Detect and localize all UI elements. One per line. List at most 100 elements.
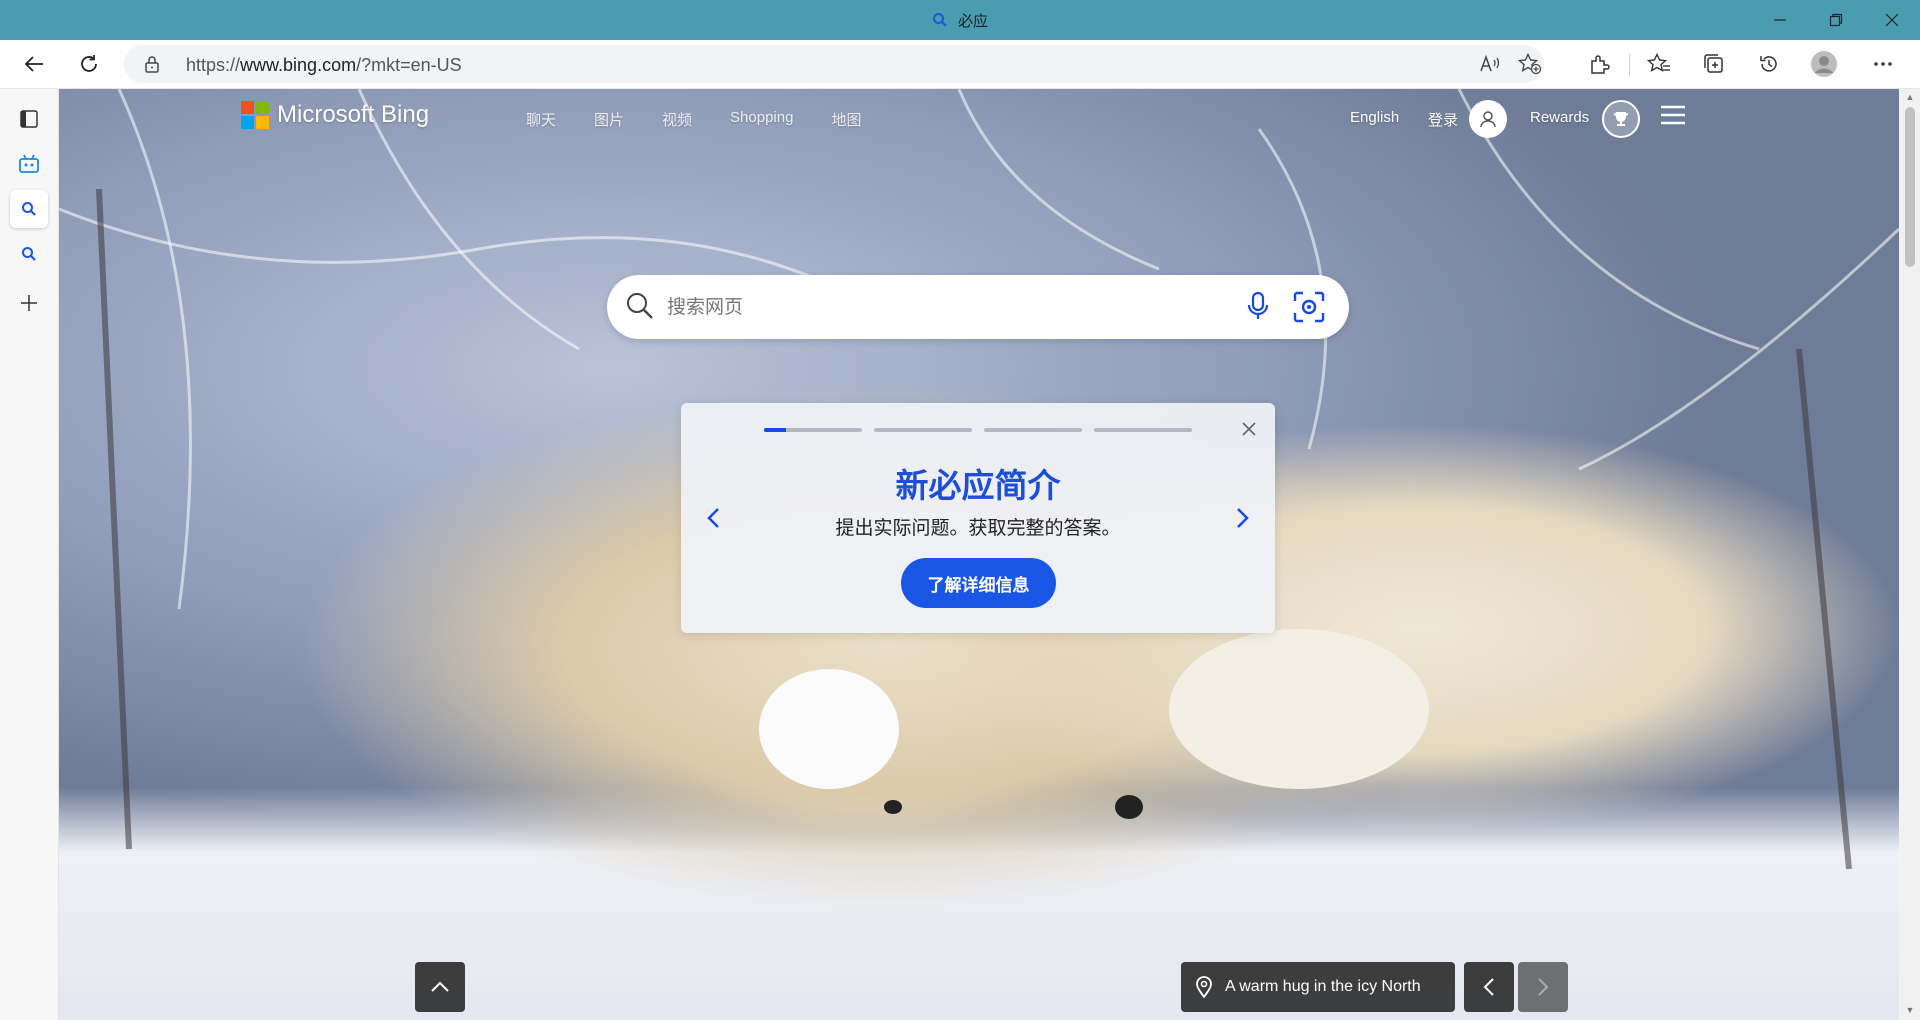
title-bar: 必应: [0, 0, 1920, 40]
back-button[interactable]: [16, 46, 52, 82]
search-submit[interactable]: [625, 291, 655, 321]
scroll-up-arrow-icon[interactable]: ▲: [1905, 92, 1915, 102]
profile-button[interactable]: [1806, 46, 1842, 82]
sidebar-search-button[interactable]: [10, 235, 48, 273]
learn-more-button[interactable]: 了解详细信息: [901, 558, 1056, 608]
history-icon: [1760, 56, 1777, 72]
top-nav: 聊天 图片 视频 Shopping 地图: [526, 109, 899, 130]
search-icon: [932, 13, 947, 27]
nav-videos[interactable]: 视频: [662, 109, 692, 130]
close-icon: [1242, 422, 1256, 436]
restore-icon: [1829, 13, 1843, 27]
url-text[interactable]: https://www.bing.com/?mkt=en-US: [186, 55, 462, 76]
microphone-icon: [1247, 291, 1269, 319]
rewards-link[interactable]: Rewards: [1530, 109, 1589, 126]
close-icon: [1885, 13, 1899, 27]
image-caption-button[interactable]: A warm hug in the icy North: [1181, 962, 1455, 1012]
visual-search-button[interactable]: [1293, 291, 1325, 323]
sidebar-search-button-active[interactable]: [10, 190, 48, 228]
favorites-icon: [1647, 53, 1670, 72]
progress-segment[interactable]: [874, 428, 972, 432]
url-path: /?mkt=en-US: [356, 55, 462, 75]
card-next-button[interactable]: [1228, 503, 1258, 533]
chevron-up-icon: [431, 981, 449, 992]
history-button[interactable]: [1751, 46, 1787, 82]
collections-button[interactable]: [1696, 46, 1732, 82]
window-title-text: 必应: [957, 12, 988, 30]
chevron-left-icon: [1483, 978, 1494, 996]
hamburger-menu-icon: [1661, 105, 1685, 125]
progress-segment[interactable]: [1094, 428, 1192, 432]
language-link[interactable]: English: [1350, 109, 1399, 126]
voice-search-button[interactable]: [1247, 291, 1269, 321]
copilot-button[interactable]: [10, 145, 48, 183]
read-aloud-button[interactable]: [1474, 51, 1506, 77]
avatar-icon: [1811, 51, 1837, 77]
extensions-icon: [1591, 55, 1610, 74]
bing-logo[interactable]: Microsoft Bing: [241, 101, 429, 129]
nav-maps[interactable]: 地图: [831, 109, 861, 130]
favorites-button[interactable]: [1641, 46, 1677, 82]
restore-button[interactable]: [1808, 0, 1864, 40]
prev-image-button[interactable]: [1464, 962, 1514, 1012]
bing-homepage: Microsoft Bing 聊天 图片 视频 Shopping 地图 Engl…: [59, 89, 1899, 1020]
url-prefix: https://: [186, 55, 241, 75]
rewards-button[interactable]: [1602, 100, 1640, 138]
search-icon: [22, 202, 36, 216]
trophy-icon: [1614, 112, 1628, 126]
progress-segment[interactable]: [764, 428, 862, 432]
microsoft-logo-icon: [241, 101, 269, 129]
minimize-icon: [1774, 19, 1786, 21]
star-add-icon: [1518, 53, 1542, 75]
menu-button[interactable]: [1660, 104, 1686, 131]
refresh-button[interactable]: [71, 46, 107, 82]
scroll-down-arrow-icon[interactable]: ▼: [1905, 1005, 1915, 1015]
back-arrow-icon: [24, 56, 43, 72]
more-icon: [1874, 62, 1892, 66]
user-icon: [1480, 111, 1496, 128]
carousel-progress: [764, 428, 1192, 432]
address-bar[interactable]: https://www.bing.com/?mkt=en-US: [124, 45, 1544, 83]
tab-actions-icon: [20, 110, 38, 128]
add-icon: [21, 295, 37, 311]
minimize-button[interactable]: [1752, 0, 1808, 40]
brand-name: Microsoft Bing: [277, 101, 430, 128]
next-image-button[interactable]: [1518, 962, 1568, 1012]
intro-card: 新必应简介 提出实际问题。获取完整的答案。 了解详细信息: [681, 403, 1275, 633]
card-subtitle: 提出实际问题。获取完整的答案。: [835, 518, 1121, 539]
search-icon: [22, 247, 36, 261]
lock-icon[interactable]: [144, 55, 160, 73]
nav-images[interactable]: 图片: [594, 109, 624, 130]
toolbar-divider: [1629, 54, 1630, 76]
tab-actions-button[interactable]: [10, 100, 48, 138]
signin-avatar-button[interactable]: [1469, 100, 1507, 138]
collections-icon: [1704, 54, 1723, 73]
scrollbar-thumb[interactable]: [1905, 107, 1915, 267]
progress-segment[interactable]: [984, 428, 1082, 432]
search-box: [607, 275, 1349, 339]
add-favorite-button[interactable]: [1514, 51, 1546, 77]
extensions-button[interactable]: [1581, 46, 1617, 82]
page-scrollbar[interactable]: ▲ ▼: [1900, 89, 1920, 1020]
chevron-right-icon: [1237, 508, 1249, 528]
card-title: 新必应简介: [895, 467, 1061, 504]
card-close-button[interactable]: [1237, 417, 1261, 441]
read-aloud-icon: [1480, 54, 1500, 72]
window-title: 必应: [932, 10, 988, 31]
nav-chat[interactable]: 聊天: [526, 109, 556, 130]
bot-icon: [19, 154, 39, 173]
camera-search-icon: [1293, 291, 1325, 323]
search-input[interactable]: [665, 291, 1229, 325]
close-button[interactable]: [1864, 0, 1920, 40]
card-prev-button[interactable]: [698, 503, 728, 533]
scroll-up-button[interactable]: [415, 962, 465, 1012]
sidebar-add-button[interactable]: [10, 284, 48, 322]
nav-shopping[interactable]: Shopping: [730, 109, 793, 130]
browser-toolbar: https://www.bing.com/?mkt=en-US: [0, 40, 1920, 89]
search-icon: [627, 293, 653, 319]
chevron-left-icon: [707, 508, 719, 528]
signin-link[interactable]: 登录: [1428, 109, 1458, 130]
settings-more-button[interactable]: [1865, 46, 1901, 82]
location-pin-icon: [1196, 976, 1212, 998]
image-caption-text: A warm hug in the icy North: [1225, 978, 1421, 995]
